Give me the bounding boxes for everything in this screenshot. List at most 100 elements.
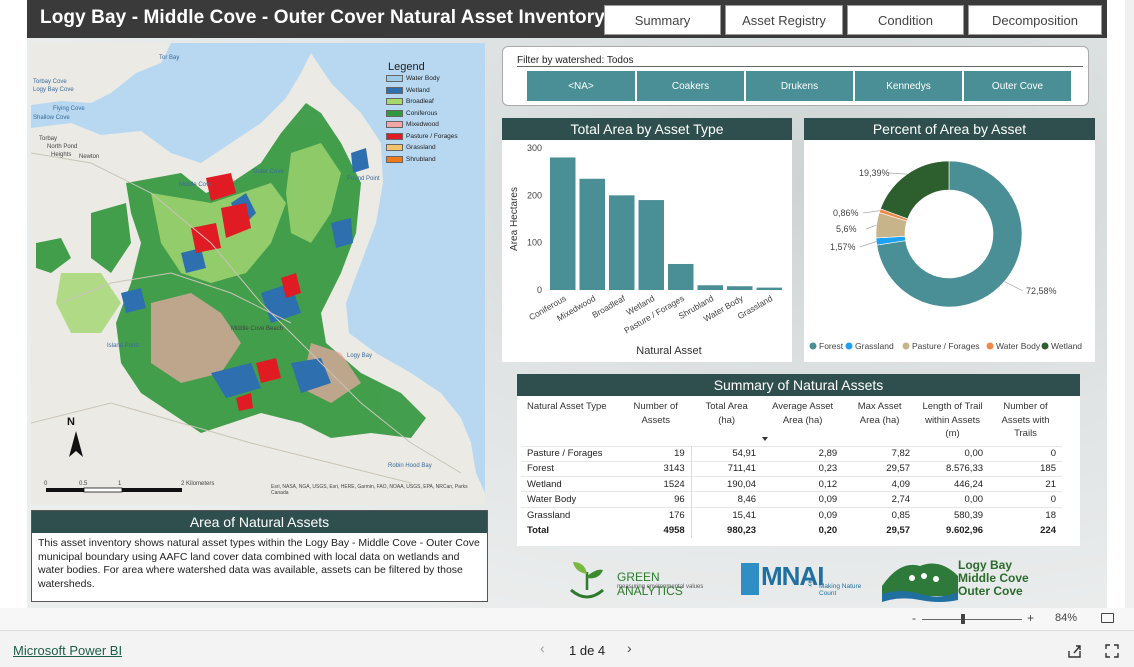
- nav-summary-button[interactable]: Summary: [604, 5, 721, 35]
- table-cell: Forest: [527, 463, 554, 475]
- table-cell: Water Body: [527, 494, 577, 506]
- filter-option-coakers[interactable]: Coakers: [637, 71, 744, 101]
- legend-label: Broadleaf: [406, 98, 434, 106]
- map-label: Logy Bay Cove: [33, 87, 74, 93]
- legend-item: Water Body: [386, 73, 476, 85]
- legend-dot: [809, 342, 817, 350]
- map-label: Middle Cove: [179, 182, 213, 188]
- legend-item: Grassland: [386, 142, 476, 154]
- table-cell: 0,20: [818, 524, 838, 536]
- donut-chart-title: Percent of Area by Asset: [804, 118, 1095, 140]
- town-line-2: Middle Cove: [958, 571, 1029, 585]
- nav-decomposition-button[interactable]: Decomposition: [968, 5, 1102, 35]
- asset-map[interactable]: Tor Bay Torbay Cove Logy Bay Cove Flying…: [31, 43, 485, 505]
- bar: [638, 200, 664, 290]
- col-header[interactable]: Length of Trail within Assets (m): [916, 400, 989, 446]
- table-cell: 0: [1050, 448, 1056, 460]
- col-header[interactable]: Max Asset Area (ha): [843, 400, 916, 446]
- col-header[interactable]: Natural Asset Type: [521, 400, 620, 446]
- legend-label: Pasture / Forages: [406, 132, 458, 140]
- table-cell: 185: [1040, 463, 1056, 475]
- table-row[interactable]: Forest 3143 711,41 0,23 29,57 8.576,33 185: [521, 461, 1062, 477]
- map-label: North Pond: [47, 144, 78, 150]
- nav-condition-button[interactable]: Condition: [847, 5, 964, 35]
- map-label: Heights: [51, 152, 72, 158]
- table-cell: 0,00: [964, 448, 984, 460]
- map-label: Logy Bay: [347, 353, 373, 359]
- table-cell: 19: [620, 446, 692, 462]
- table-row[interactable]: Pasture / Forages 19 54,91 2,89 7,82 0,00 0: [521, 446, 1062, 462]
- table-cell: 18: [1045, 509, 1056, 521]
- slice-label: 72,58%: [1026, 286, 1057, 296]
- table-cell: 54,91: [732, 448, 757, 460]
- table-header-row: Natural Asset Type Number of Assets Tota…: [521, 400, 1062, 446]
- legend-label: Wetland: [406, 86, 430, 94]
- col-header[interactable]: Average Asset Area (ha): [762, 400, 843, 446]
- legend-item: Shrubland: [386, 154, 476, 166]
- table-row[interactable]: Water Body 96 8,46 0,09 2,74 0,00 0: [521, 491, 1062, 508]
- map-label: Shallow Cove: [33, 115, 70, 121]
- legend-dot: [845, 342, 853, 350]
- legend-swatch: [386, 132, 403, 140]
- scale-tick: 2 Kilometers: [181, 481, 215, 487]
- table-total-row[interactable]: Total 4958 980,23 0,20 29,57 9.602,96 224: [521, 522, 1062, 538]
- zoom-out-button[interactable]: -: [912, 611, 916, 625]
- bar: [579, 178, 605, 290]
- table-cell: 176: [620, 507, 692, 523]
- table-row[interactable]: Grassland 176 15,41 0,09 0,85 580,39 18: [521, 507, 1062, 523]
- col-header[interactable]: Number of Assets: [620, 400, 691, 446]
- zoom-slider-thumb[interactable]: [961, 614, 965, 624]
- filter-option-outer-cove[interactable]: Outer Cove: [964, 71, 1071, 101]
- y-tick-label: 0: [537, 285, 542, 295]
- bar: [756, 287, 782, 290]
- sprout-icon: [570, 562, 604, 599]
- table-cell: 190,04: [727, 478, 757, 490]
- map-attribution: Esri, NASA, NGA, USGS, Esri, HERE, Garmi…: [271, 484, 468, 496]
- power-bi-link[interactable]: Microsoft Power BI: [13, 643, 122, 658]
- summary-table[interactable]: Natural Asset Type Number of Assets Tota…: [521, 400, 1062, 538]
- table-cell: 8,46: [737, 494, 757, 506]
- slice-label: 5,6%: [836, 224, 857, 234]
- legend-item: Mixedwood: [386, 119, 476, 131]
- vertical-scrollbar[interactable]: [1125, 0, 1134, 608]
- fullscreen-icon[interactable]: [1104, 643, 1120, 659]
- col-header[interactable]: Total Area (ha): [691, 400, 762, 446]
- filter-option-drukens[interactable]: Drukens: [746, 71, 853, 101]
- table-cell: 0,85: [891, 509, 911, 521]
- next-page-icon[interactable]: ›: [627, 640, 632, 656]
- page-indicator: 1 de 4: [569, 643, 606, 658]
- town-emblem-icon: [882, 563, 958, 602]
- donut-chart-panel[interactable]: Percent of Area by Asset 72,58% 1,57% 5,6%…: [804, 118, 1095, 362]
- map-label: Tor Bay: [159, 55, 180, 61]
- table-row[interactable]: Wetland 1524 190,04 0,12 4,09 446,24 21: [521, 476, 1062, 492]
- about-title: Area of Natural Assets: [32, 511, 487, 533]
- nav-asset-registry-button[interactable]: Asset Registry: [725, 5, 843, 35]
- prev-page-icon[interactable]: ‹: [540, 640, 545, 656]
- zoom-slider-track[interactable]: [922, 619, 1022, 620]
- green-analytics-logo: GREEN ANALYTICS measuring environmental …: [565, 556, 725, 600]
- table-cell: 4,09: [891, 478, 911, 490]
- legend-label: Grassland: [855, 341, 894, 351]
- sort-desc-icon[interactable]: [762, 437, 768, 441]
- summary-title: Summary of Natural Assets: [517, 374, 1080, 396]
- legend-item: Wetland: [386, 85, 476, 97]
- zoom-in-button[interactable]: +: [1027, 611, 1034, 625]
- col-header[interactable]: Number of Assets with Trails: [989, 400, 1062, 446]
- fit-to-page-icon[interactable]: [1101, 613, 1114, 623]
- bar: [697, 285, 723, 290]
- title-bar: Logy Bay - Middle Cove - Outer Cover Nat…: [27, 0, 1107, 38]
- slice-label: 19,39%: [859, 168, 890, 178]
- leader-line: [1004, 281, 1024, 292]
- report-canvas: Logy Bay - Middle Cove - Outer Cover Nat…: [27, 0, 1107, 608]
- table-cell: 1524: [620, 476, 692, 492]
- table-cell: 2,74: [891, 494, 911, 506]
- share-icon[interactable]: [1067, 643, 1083, 659]
- legend-swatch: [386, 98, 403, 106]
- table-cell: 2,89: [818, 448, 838, 460]
- filter-option-kennedys[interactable]: Kennedys: [855, 71, 962, 101]
- bar-chart-panel[interactable]: Total Area by Asset Type 0 100 200 300 Conif…: [502, 118, 792, 362]
- filter-option-na[interactable]: <NA>: [527, 71, 635, 101]
- table-cell: Pasture / Forages: [527, 448, 603, 460]
- x-tick-label: Broadleaf: [590, 293, 627, 320]
- legend-item: Pasture / Forages: [386, 131, 476, 143]
